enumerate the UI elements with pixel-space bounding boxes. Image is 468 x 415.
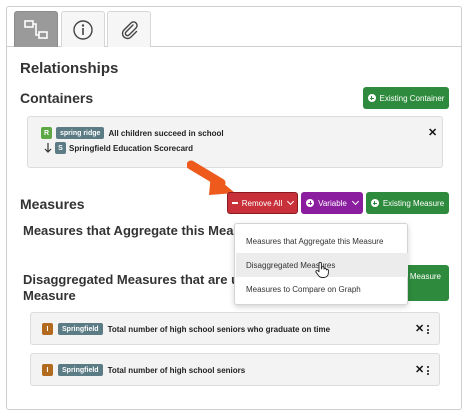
measure-row: I Springfield Total number of high schoo… (30, 312, 440, 345)
indicator-badge: I (42, 364, 53, 376)
menu-item-compare[interactable]: Measures to Compare on Graph (236, 277, 408, 301)
container-row-result: R spring ridge All children succeed in s… (41, 127, 224, 139)
tab-bar (7, 7, 461, 47)
remove-all-label: Remove All (241, 198, 283, 208)
plus-circle-icon (306, 199, 315, 207)
indicator-badge: I (42, 323, 53, 335)
location-tag: Springfield (58, 323, 103, 335)
menu-item-aggregate[interactable]: Measures that Aggregate this Measure (236, 229, 408, 253)
existing-container-label: Existing Container (379, 93, 445, 103)
child-arrow-icon (44, 143, 52, 153)
plus-circle-icon (370, 199, 379, 207)
hierarchy-icon (24, 19, 48, 39)
more-options-icon[interactable] (427, 325, 429, 334)
containers-title: Containers (20, 90, 94, 106)
variable-button[interactable]: Variable (301, 192, 363, 214)
hand-pointer-icon (315, 262, 329, 278)
more-options-icon[interactable] (427, 366, 429, 375)
container-row-scorecard: S Springfield Education Scorecard (44, 142, 193, 154)
relationships-title: Relationships (20, 60, 119, 77)
add-disaggregated-label: d Measure (403, 272, 441, 281)
tab-relationships[interactable] (14, 11, 58, 47)
existing-container-button[interactable]: Existing Container (363, 87, 449, 109)
measure-name: Total number of high school seniors (107, 365, 246, 375)
existing-measure-button[interactable]: Existing Measure (366, 192, 449, 214)
measure-row: I Springfield Total number of high schoo… (30, 353, 440, 386)
location-tag: Springfield (58, 364, 103, 376)
remove-all-button[interactable]: Remove All (227, 192, 298, 214)
chevron-down-icon (351, 197, 359, 206)
measure-name: Total number of high school seniors who … (107, 324, 331, 334)
disaggregated-measures-title-line2: Measure (23, 288, 76, 303)
info-icon (73, 19, 93, 40)
scorecard-badge: S (55, 142, 66, 154)
minus-icon (231, 202, 238, 204)
measures-title: Measures (20, 196, 85, 212)
measure-row-content: I Springfield Total number of high schoo… (42, 364, 245, 376)
result-badge: R (41, 127, 52, 139)
container-result-text: All children succeed in school (108, 128, 224, 138)
location-tag: spring ridge (56, 127, 105, 139)
variable-label: Variable (318, 198, 347, 208)
aggregate-measures-title: Measures that Aggregate this Measure (23, 223, 261, 238)
tab-info[interactable] (61, 11, 105, 47)
remove-measure-icon[interactable]: ✕ (415, 322, 424, 335)
existing-measure-label: Existing Measure (382, 198, 445, 208)
remove-measure-icon[interactable]: ✕ (415, 363, 424, 376)
chevron-down-icon (287, 197, 295, 206)
remove-container-icon[interactable]: ✕ (428, 126, 437, 139)
container-scorecard-text: Springfield Education Scorecard (69, 143, 194, 153)
paperclip-icon (121, 20, 138, 39)
plus-circle-icon (367, 94, 376, 102)
relationships-panel: Relationships Containers Existing Contai… (6, 6, 462, 410)
measure-row-content: I Springfield Total number of high schoo… (42, 323, 330, 335)
tab-attachments[interactable] (107, 11, 151, 47)
